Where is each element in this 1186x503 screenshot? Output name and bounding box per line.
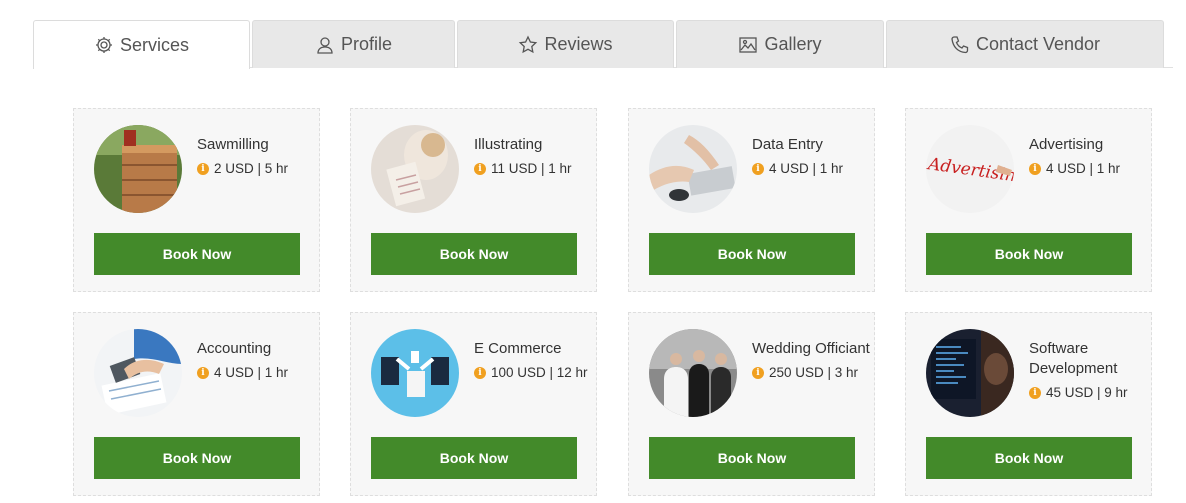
- service-title: Wedding Officiant: [752, 340, 870, 357]
- service-image: [371, 125, 459, 213]
- gear-icon: [95, 37, 112, 53]
- book-now-button[interactable]: Book Now: [649, 437, 855, 479]
- service-price: 2 USD | 5 hr: [214, 161, 289, 176]
- tab-profile[interactable]: Profile: [252, 20, 455, 68]
- info-icon: i: [752, 366, 764, 379]
- service-image: [649, 125, 737, 213]
- info-icon: i: [474, 366, 486, 379]
- service-title: Accounting: [197, 340, 272, 357]
- tab-bar: Services Profile Reviews Gallery Contact…: [33, 20, 1173, 69]
- service-card-data-entry: Data Entry i 4 USD | 1 hr Book Now: [628, 108, 875, 292]
- service-price: 45 USD | 9 hr: [1046, 385, 1128, 400]
- service-image: [649, 329, 737, 417]
- info-icon: i: [197, 162, 209, 175]
- info-icon: i: [1029, 386, 1041, 399]
- service-title: Software Development: [1029, 340, 1118, 377]
- info-icon: i: [474, 162, 486, 175]
- service-card-advertising: Advertising Advertising i 4 USD | 1 hr Bo…: [905, 108, 1152, 292]
- phone-icon: [951, 35, 969, 53]
- info-icon: i: [197, 366, 209, 379]
- service-title: Sawmilling: [197, 136, 269, 153]
- tab-reviews[interactable]: Reviews: [457, 20, 674, 68]
- tab-gallery[interactable]: Gallery: [676, 20, 884, 68]
- tab-label: Gallery: [764, 34, 822, 54]
- service-price: 4 USD | 1 hr: [1046, 161, 1121, 176]
- book-now-button[interactable]: Book Now: [649, 233, 855, 275]
- book-now-button[interactable]: Book Now: [371, 233, 577, 275]
- service-image: [94, 125, 182, 213]
- service-image: Advertising: [926, 125, 1014, 213]
- service-price: 11 USD | 1 hr: [491, 161, 572, 176]
- service-title: Advertising: [1029, 136, 1104, 153]
- service-price: 250 USD | 3 hr: [769, 365, 859, 380]
- service-card-e-commerce: E Commerce i 100 USD | 12 hr Book Now: [350, 312, 597, 496]
- tab-label: Profile: [340, 34, 393, 54]
- user-icon: [317, 36, 333, 54]
- service-card-sawmilling: Sawmilling i 2 USD | 5 hr Book Now: [73, 108, 320, 292]
- book-now-button[interactable]: Book Now: [94, 437, 300, 479]
- service-price: 4 USD | 1 hr: [769, 161, 844, 176]
- service-price: 4 USD | 1 hr: [214, 365, 289, 380]
- service-image: [94, 329, 182, 417]
- service-title: E Commerce: [474, 340, 562, 357]
- book-now-button[interactable]: Book Now: [371, 437, 577, 479]
- service-title: Data Entry: [752, 136, 823, 153]
- book-now-button[interactable]: Book Now: [926, 233, 1132, 275]
- service-card-illustrating: Illustrating i 11 USD | 1 hr Book Now: [350, 108, 597, 292]
- tab-services[interactable]: Services: [33, 20, 250, 69]
- service-image: [926, 329, 1014, 417]
- service-price: 100 USD | 12 hr: [491, 365, 588, 380]
- info-icon: i: [1029, 162, 1041, 175]
- info-icon: i: [752, 162, 764, 175]
- service-card-software-development: Software Development i 45 USD | 9 hr Book…: [905, 312, 1152, 496]
- service-image: [371, 329, 459, 417]
- tab-label: Services: [119, 34, 190, 55]
- book-now-button[interactable]: Book Now: [926, 437, 1132, 479]
- tab-contact-vendor[interactable]: Contact Vendor: [886, 20, 1164, 68]
- star-icon: [519, 34, 538, 53]
- service-card-accounting: Accounting i 4 USD | 1 hr Book Now: [73, 312, 320, 496]
- tab-label: Reviews: [544, 34, 613, 54]
- service-card-wedding-officiant: Wedding Officiant i 250 USD | 3 hr Book N…: [628, 312, 875, 496]
- image-icon: [739, 36, 758, 53]
- tab-label: Contact Vendor: [975, 34, 1101, 54]
- book-now-button[interactable]: Book Now: [94, 233, 300, 275]
- service-title: Illustrating: [474, 136, 543, 153]
